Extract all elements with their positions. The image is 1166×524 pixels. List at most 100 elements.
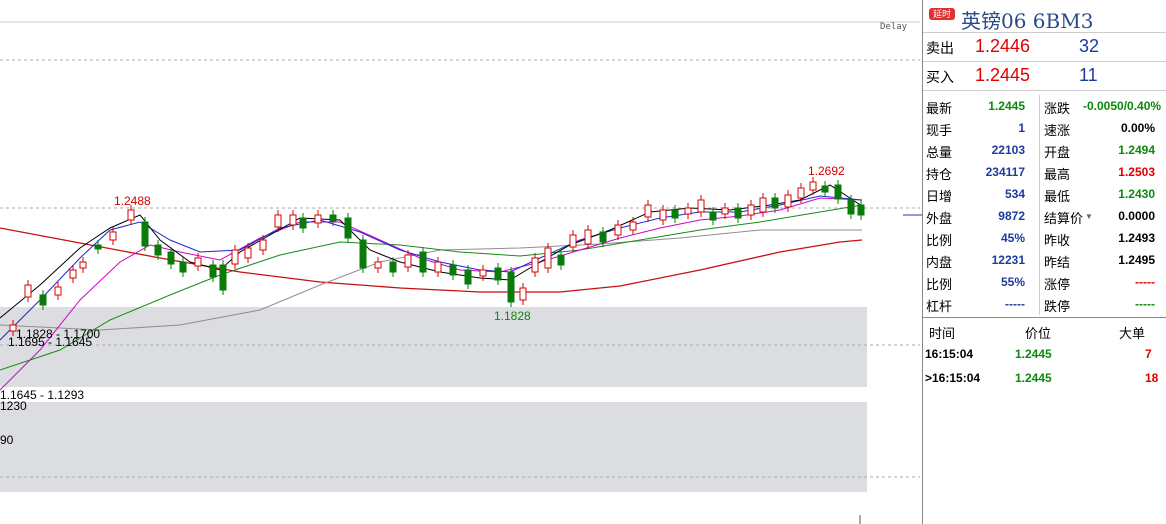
candle-body (209, 264, 217, 278)
tick-row[interactable]: 16:15:04 1.2445 7 (923, 342, 1166, 366)
local-high-label: 1.2488 (114, 194, 151, 208)
stat-divider (1039, 183, 1040, 205)
zone-range-label: 90 (0, 433, 14, 447)
ticks-list: 16:15:04 1.2445 7 >16:15:04 1.2445 18 (923, 342, 1166, 390)
stat-divider (1039, 161, 1040, 183)
stat-value: 1.2494 (1118, 143, 1155, 157)
stat-value: 534 (1004, 187, 1025, 201)
candle-body (569, 234, 577, 248)
candle-body (449, 264, 457, 276)
candle-body (644, 204, 652, 218)
zone-range-label: 1230 (0, 399, 27, 413)
stat-value: 0.0000 (1118, 209, 1155, 223)
candle-body (721, 207, 729, 215)
stat-label: 昨收 (1044, 233, 1071, 248)
candle-body (464, 269, 472, 285)
candle-body (359, 239, 367, 269)
kline-chart-canvas[interactable]: 1.26921.24881.18281.1828 - 1.17001.1695 … (0, 0, 922, 524)
candle-body (419, 251, 427, 273)
candle-body (109, 231, 117, 241)
stat-value: 1 (1018, 121, 1025, 135)
stat-label: 结算价 (1044, 211, 1084, 226)
candle-body (809, 181, 817, 191)
stat-label: 内盘 (926, 255, 953, 270)
price-zone-band (0, 325, 867, 387)
stat-row: 杠杆 ----- 跌停 ----- (923, 293, 1166, 315)
candle-body (289, 214, 297, 226)
stat-divider (1039, 95, 1040, 117)
candle-body (629, 221, 637, 231)
candle-body (94, 244, 102, 250)
bid-row[interactable]: 买入 1.2445 11 (923, 62, 1166, 91)
contract-title[interactable]: 英镑06 6BM3 (961, 5, 1093, 34)
stat-value: ----- (1135, 275, 1155, 289)
ticks-header-size: 大单 (1119, 326, 1146, 341)
candle-body (434, 261, 442, 273)
delay-badge: 延时 (929, 8, 955, 20)
candle-body (747, 204, 755, 216)
quote-stats: 最新 1.2445 涨跌 -0.0050/0.40% 现手 1 速涨 0.00% 总量 22103… (923, 91, 1166, 318)
candle-body (857, 204, 865, 216)
stat-row: 现手 1 速涨 0.00% (923, 117, 1166, 139)
bid-label: 买入 (926, 69, 954, 85)
candle-body (314, 214, 322, 224)
stat-label: 总量 (926, 145, 953, 160)
stat-row: 总量 22103 开盘 1.2494 (923, 139, 1166, 161)
stat-divider (1039, 205, 1040, 227)
candle-body (479, 269, 487, 277)
candle-body (797, 187, 805, 199)
stat-label: 持仓 (926, 167, 953, 182)
candle-body (194, 257, 202, 267)
ask-label: 卖出 (926, 40, 954, 56)
stat-label: 杠杆 (926, 299, 953, 314)
stat-row: 内盘 12231 昨结 1.2495 (923, 249, 1166, 271)
candle-body (274, 214, 282, 228)
candle-body (759, 197, 767, 213)
stat-value: 22103 (991, 143, 1025, 157)
stat-divider (1039, 227, 1040, 249)
candle-body (659, 209, 667, 221)
stat-value: ----- (1005, 297, 1025, 311)
kline-chart[interactable]: 1.2692 1.2488 1.1828 1.1828 - 1.1700 1.1695 … (0, 0, 922, 524)
candle-body (494, 267, 502, 281)
tick-size: 18 (1145, 371, 1159, 385)
candle-body (127, 209, 135, 221)
candle-body (219, 264, 227, 291)
stat-value: 0.00% (1120, 121, 1155, 135)
stat-divider (1039, 293, 1040, 315)
stat-value: 234117 (985, 165, 1025, 179)
stat-row: 外盘 9872 结算价 ▼ 0.0000 (923, 205, 1166, 227)
candle-body (374, 261, 382, 269)
stat-label: 最低 (1044, 189, 1071, 204)
candle-body (599, 231, 607, 243)
candle-body (531, 257, 539, 273)
ask-qty: 32 (1079, 36, 1100, 56)
ticks-header-price: 价位 (1025, 326, 1052, 341)
ask-row[interactable]: 卖出 1.2446 32 (923, 33, 1166, 62)
tick-row[interactable]: >16:15:04 1.2445 18 (923, 366, 1166, 390)
high-price-label: 1.2692 (808, 164, 845, 178)
stat-label: 比例 (926, 277, 953, 292)
stat-label: 现手 (926, 123, 953, 138)
tick-time: >16:15:04 (925, 371, 981, 385)
candle-body (821, 185, 829, 193)
tick-time: 16:15:04 (925, 347, 974, 361)
candle-body (244, 247, 252, 259)
ma250-line (0, 227, 863, 293)
ticks-header: 时间 价位 大单 (923, 320, 1166, 342)
stat-divider (1039, 117, 1040, 139)
quote-panel: 延时 英镑06 6BM3 卖出 1.2446 32 买入 1.2445 11 最… (922, 0, 1166, 524)
candle-body (231, 249, 239, 265)
stat-label: 昨结 (1044, 255, 1071, 270)
stat-value: 1.2493 (1118, 231, 1155, 245)
candle-body (684, 207, 692, 215)
candle-body (79, 261, 87, 269)
candle-body (784, 194, 792, 208)
candle-body (734, 207, 742, 219)
stat-value: 1.2445 (988, 99, 1025, 113)
stat-label: 最新 (926, 101, 953, 116)
delay-label: Delay (880, 22, 908, 32)
candle-body (54, 286, 62, 296)
bid-price: 1.2445 (975, 65, 1031, 85)
ask-price: 1.2446 (975, 36, 1031, 56)
